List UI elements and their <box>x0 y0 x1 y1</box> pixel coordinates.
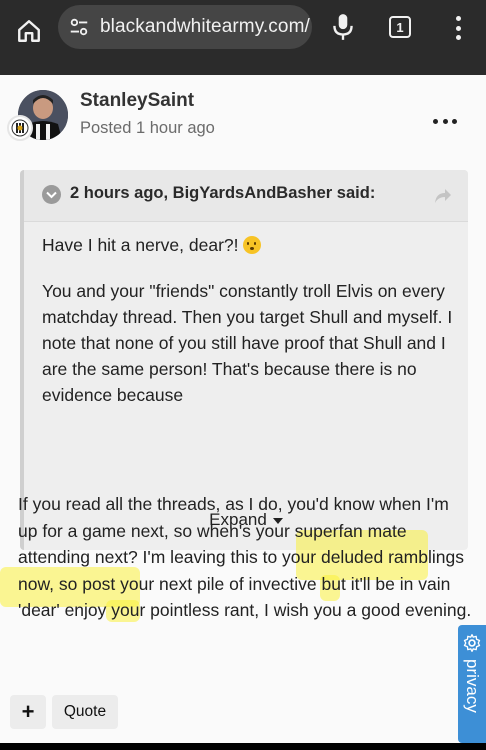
quote-paragraph: Have I hit a nerve, dear?! <box>42 235 239 255</box>
browser-toolbar: blackandwhitearmy.com/ 1 <box>0 0 486 75</box>
multiquote-button[interactable]: + <box>10 695 46 729</box>
go-to-post-icon[interactable] <box>434 188 452 204</box>
post-timestamp: Posted 1 hour ago <box>80 119 215 137</box>
privacy-label[interactable]: privacy <box>462 659 482 713</box>
home-icon[interactable] <box>12 14 46 48</box>
quote-paragraph: You and your "friends" constantly troll … <box>42 281 453 405</box>
more-options-icon[interactable] <box>433 117 457 125</box>
quote-content: Have I hit a nerve, dear?! You and your … <box>42 232 457 428</box>
club-badge-icon <box>7 115 33 141</box>
quote-button[interactable]: Quote <box>52 695 118 729</box>
address-bar[interactable]: blackandwhitearmy.com/ <box>58 5 312 49</box>
system-nav-bar <box>0 743 486 750</box>
quote-fade-overlay <box>24 418 468 498</box>
browser-menu-icon[interactable] <box>452 14 464 42</box>
url-text[interactable]: blackandwhitearmy.com/ <box>100 16 310 38</box>
gear-icon <box>463 634 481 652</box>
site-settings-icon[interactable] <box>68 16 90 38</box>
author-name[interactable]: StanleySaint <box>80 90 194 112</box>
post-body: If you read all the threads, as I do, yo… <box>18 494 472 621</box>
privacy-settings-button[interactable]: privacy <box>458 625 486 743</box>
quote-header: 2 hours ago, BigYardsAndBasher said: <box>24 170 468 222</box>
microphone-icon[interactable] <box>330 12 356 42</box>
collapse-toggle-icon[interactable] <box>42 185 61 204</box>
forum-page: StanleySaint Posted 1 hour ago 2 hours a… <box>0 75 486 750</box>
quote-attribution: 2 hours ago, BigYardsAndBasher said: <box>70 184 376 202</box>
upside-down-face-emoji-icon <box>243 236 262 254</box>
tab-switcher-button[interactable]: 1 <box>389 16 411 38</box>
post-header: StanleySaint Posted 1 hour ago <box>0 75 486 155</box>
